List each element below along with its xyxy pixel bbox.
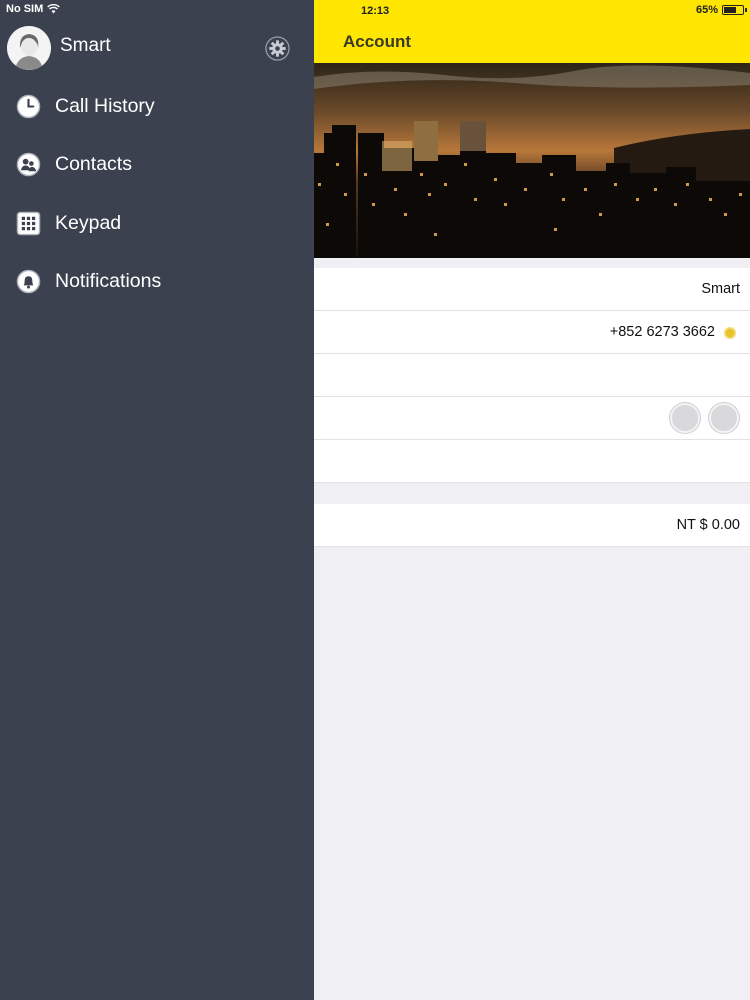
- account-balance: NT $ 0.00: [676, 517, 740, 533]
- wifi-icon: [47, 4, 61, 14]
- linked-accounts-row: [314, 397, 750, 440]
- account-details: Smart +852 6273 3662 NT $ 0.00: [314, 268, 750, 547]
- status-time: 12:13: [361, 5, 390, 17]
- sidebar-item-label: Keypad: [55, 211, 122, 234]
- gear-icon[interactable]: [265, 36, 290, 61]
- sidebar-item-contacts[interactable]: Contacts: [0, 139, 314, 189]
- keypad-icon: [16, 211, 41, 235]
- contacts-icon: [16, 152, 41, 176]
- phone-number: +852 6273 3662: [609, 324, 715, 340]
- sidebar-item-call-history[interactable]: Call History: [0, 81, 314, 131]
- sidebar: No SIM Smart Call History Contacts Keypa…: [0, 0, 314, 1000]
- clock-icon: [16, 94, 41, 118]
- sidebar-item-keypad[interactable]: Keypad: [0, 198, 314, 248]
- profile-name: Smart: [60, 35, 111, 56]
- balance-row[interactable]: NT $ 0.00: [314, 504, 750, 547]
- battery-icon: [722, 5, 747, 15]
- empty-row: [314, 354, 750, 397]
- verified-icon: [724, 327, 736, 339]
- account-name-row[interactable]: Smart: [314, 268, 750, 311]
- bell-icon: [16, 269, 41, 293]
- sidebar-item-label: Notifications: [55, 269, 162, 292]
- main-panel: 12:13 65% Account Smart +852 6273 3662 N…: [314, 0, 750, 1000]
- battery-percent: 65%: [695, 4, 718, 16]
- social-login-icon[interactable]: [709, 403, 739, 433]
- profile-header[interactable]: Smart: [0, 24, 314, 70]
- sidebar-item-notifications[interactable]: Notifications: [0, 256, 314, 306]
- phone-row[interactable]: +852 6273 3662: [314, 311, 750, 354]
- account-name: Smart: [701, 281, 740, 297]
- empty-row: [314, 440, 750, 483]
- sidebar-item-label: Call History: [55, 94, 155, 117]
- nav-bar: 12:13 65% Account: [314, 0, 750, 63]
- cover-photo: [314, 63, 750, 258]
- social-login-icon[interactable]: [670, 403, 700, 433]
- section-divider: [314, 483, 750, 504]
- sidebar-item-label: Contacts: [55, 152, 132, 175]
- status-carrier: No SIM: [6, 3, 61, 15]
- avatar[interactable]: [7, 26, 51, 70]
- carrier-label: No SIM: [6, 3, 44, 15]
- status-battery: 65%: [695, 4, 747, 16]
- page-title: Account: [343, 32, 411, 51]
